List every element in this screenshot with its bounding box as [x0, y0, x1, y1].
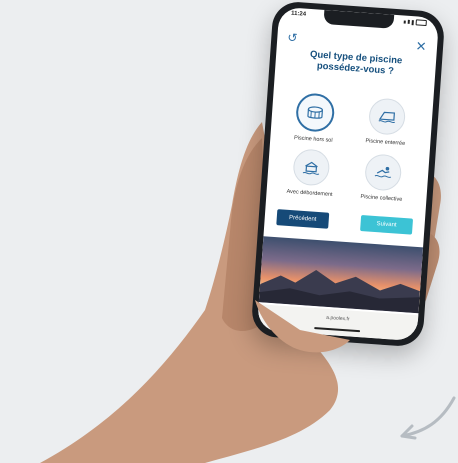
scene: 11:24 ↺ ✕ Quel type de piscine possédez-… [0, 0, 458, 463]
thumb-illustration [255, 300, 350, 353]
curved-arrow-icon [400, 396, 456, 440]
